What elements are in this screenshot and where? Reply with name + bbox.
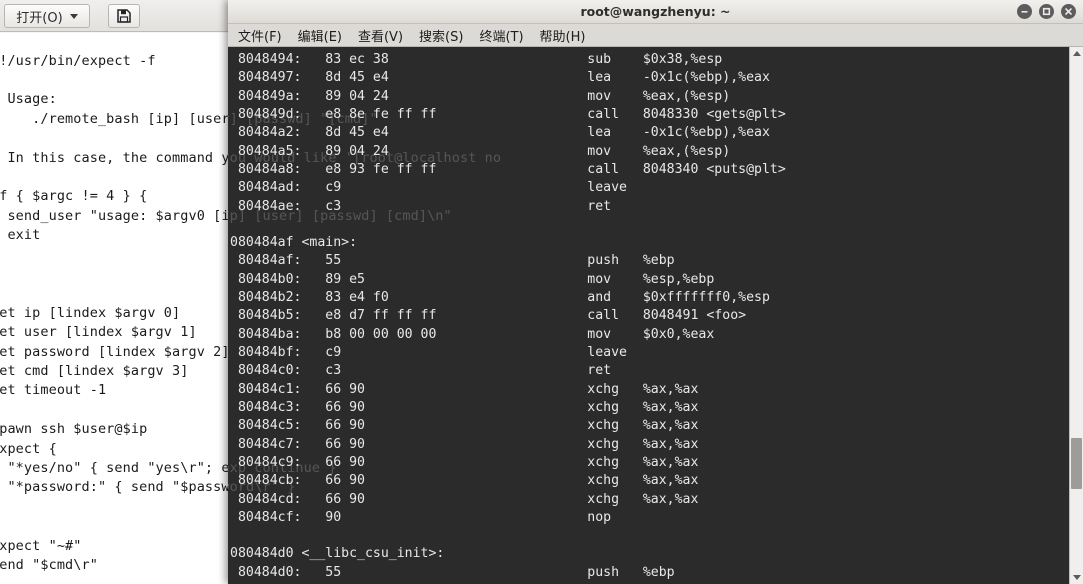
- menu-item-file[interactable]: 文件(F): [230, 24, 290, 47]
- menu-item-terminal[interactable]: 终端(T): [471, 24, 531, 47]
- terminal-line: 80484a8: e8 93 fe ff ff call 8048340 <pu…: [230, 161, 786, 177]
- terminal-line: 80484cf: 90 nop: [230, 509, 612, 525]
- close-button[interactable]: [1061, 4, 1076, 19]
- terminal-scrollbar[interactable]: [1069, 47, 1083, 584]
- terminal-line: 80484a2: 8d 45 e4 lea -0x1c(%ebp),%eax: [230, 125, 770, 141]
- close-icon: [1063, 6, 1074, 17]
- terminal-line: 80484b5: e8 d7 ff ff ff call 8048491 <fo…: [230, 308, 747, 324]
- terminal-title: root@wangzhenyu: ~: [580, 4, 731, 19]
- window-controls: [1017, 4, 1076, 19]
- terminal-line: 804849d: e8 8e fe ff ff call 8048330 <ge…: [230, 106, 786, 122]
- terminal-line: 80484d0: 55 push %ebp: [230, 564, 675, 580]
- terminal-line: 8048497: 8d 45 e4 lea -0x1c(%ebp),%eax: [230, 70, 770, 86]
- open-file-button[interactable]: 打开(O): [4, 4, 90, 28]
- save-button[interactable]: [108, 4, 140, 28]
- scroll-down-arrow-icon[interactable]: [1070, 571, 1083, 584]
- terminal-line: 80484c9: 66 90 xchg %ax,%ax: [230, 454, 699, 470]
- save-icon: [116, 8, 132, 24]
- maximize-icon: [1041, 6, 1052, 17]
- terminal-title-bar[interactable]: root@wangzhenyu: ~: [228, 0, 1083, 24]
- terminal-line: 80484cb: 66 90 xchg %ax,%ax: [230, 473, 699, 489]
- terminal-line: 8048494: 83 ec 38 sub $0x38,%esp: [230, 52, 723, 67]
- terminal-line: 80484ad: c9 leave: [230, 180, 627, 196]
- terminal-line: 80484ae: c3 ret: [230, 198, 612, 214]
- terminal-line: 80484c3: 66 90 xchg %ax,%ax: [230, 399, 699, 415]
- open-button-label: 打开(O): [16, 10, 63, 26]
- terminal-output: 8048494: 83 ec 38 sub $0x38,%esp 8048497…: [228, 47, 1069, 584]
- terminal-line: 80484b0: 89 e5 mov %esp,%ebp: [230, 271, 715, 287]
- terminal-line: 804849a: 89 04 24 mov %eax,(%esp): [230, 88, 731, 104]
- menu-item-edit[interactable]: 编辑(E): [290, 24, 350, 47]
- chevron-down-icon: [69, 13, 78, 19]
- terminal-line: 80484b2: 83 e4 f0 and $0xfffffff0,%esp: [230, 290, 770, 306]
- terminal-line: 80484c1: 66 90 xchg %ax,%ax: [230, 381, 699, 397]
- terminal-line: 80484cd: 66 90 xchg %ax,%ax: [230, 491, 699, 507]
- terminal-line: 80484c5: 66 90 xchg %ax,%ax: [230, 418, 699, 434]
- terminal-line: 80484ba: b8 00 00 00 00 mov $0x0,%eax: [230, 326, 715, 342]
- terminal-window: root@wangzhenyu: ~ 文件(F) 编辑(E) 查看(V) 搜索(…: [228, 0, 1083, 584]
- maximize-button[interactable]: [1039, 4, 1054, 19]
- scrollbar-thumb[interactable]: [1071, 438, 1082, 489]
- terminal-screen[interactable]: #!/usr/bin/expect -f # Usage: # ./remote…: [228, 47, 1083, 584]
- terminal-menu-bar: 文件(F) 编辑(E) 查看(V) 搜索(S) 终端(T) 帮助(H): [228, 24, 1083, 47]
- menu-item-view[interactable]: 查看(V): [350, 24, 411, 47]
- menu-item-search[interactable]: 搜索(S): [411, 24, 471, 47]
- terminal-line: 80484a5: 89 04 24 mov %eax,(%esp): [230, 143, 731, 159]
- menu-item-help[interactable]: 帮助(H): [532, 24, 594, 47]
- scroll-up-arrow-icon[interactable]: [1070, 47, 1083, 60]
- terminal-line: 080484d0 <__libc_csu_init>:: [230, 546, 445, 562]
- terminal-line: 80484c7: 66 90 xchg %ax,%ax: [230, 436, 699, 452]
- terminal-line: 80484bf: c9 leave: [230, 345, 627, 360]
- minimize-icon: [1019, 6, 1030, 17]
- minimize-button[interactable]: [1017, 4, 1032, 19]
- terminal-line: 80484c0: c3 ret: [230, 363, 612, 379]
- terminal-line: 80484af: 55 push %ebp: [230, 253, 675, 269]
- terminal-line: 080484af <main>:: [230, 235, 358, 251]
